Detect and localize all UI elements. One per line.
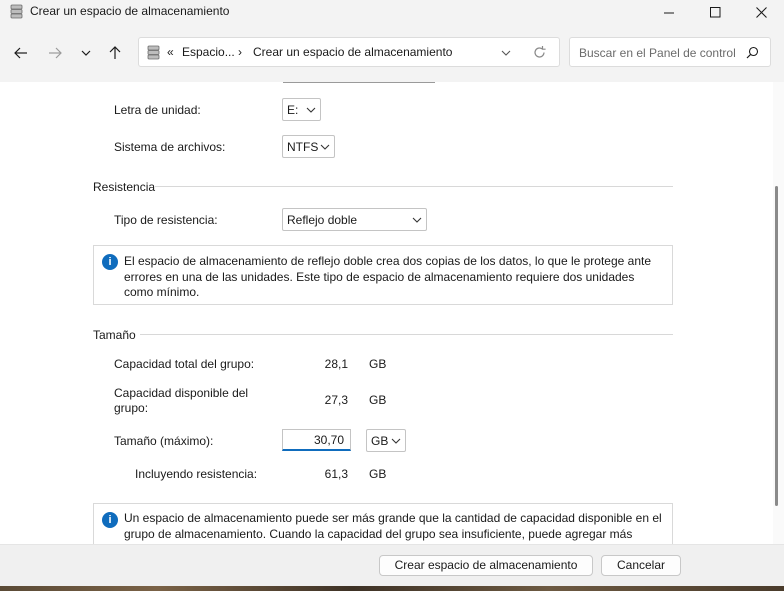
arrow-up-icon xyxy=(109,46,121,59)
forward-button[interactable] xyxy=(44,42,66,64)
size-unit-select[interactable]: GB xyxy=(366,429,406,452)
scrollbar-thumb[interactable] xyxy=(775,186,778,506)
minimize-button[interactable] xyxy=(646,0,692,24)
breadcrumb-parent[interactable]: Espacio... xyxy=(182,45,235,59)
info-icon: i xyxy=(102,512,118,528)
including-resiliency-unit: GB xyxy=(369,467,387,481)
available-capacity-unit: GB xyxy=(369,393,387,407)
max-size-label: Tamaño (máximo): xyxy=(114,434,214,448)
window-title: Crear un espacio de almacenamiento xyxy=(30,4,230,18)
refresh-icon[interactable] xyxy=(532,45,547,60)
max-size-value: 30,70 xyxy=(313,433,344,447)
back-button[interactable] xyxy=(10,42,32,64)
up-button[interactable] xyxy=(104,42,126,64)
chevron-down-icon xyxy=(306,107,316,113)
search-box[interactable]: Buscar en el Panel de control xyxy=(569,37,771,67)
resiliency-info-text: El espacio de almacenamiento de reflejo … xyxy=(124,254,652,299)
arrow-left-icon xyxy=(14,47,27,59)
resiliency-type-label: Tipo de resistencia: xyxy=(114,213,218,227)
drive-letter-select[interactable]: E: xyxy=(282,98,321,121)
chevron-down-icon xyxy=(320,144,330,150)
size-info-clip: i Un espacio de almacenamiento puede ser… xyxy=(93,503,673,544)
including-resiliency-value: 61,3 xyxy=(324,467,348,481)
size-info-box: i Un espacio de almacenamiento puede ser… xyxy=(93,503,673,544)
drive-letter-value: E: xyxy=(287,103,299,117)
resiliency-info-box: i El espacio de almacenamiento de reflej… xyxy=(93,245,673,305)
including-resiliency-label: Incluyendo resistencia: xyxy=(135,467,258,481)
scrolled-field-edge xyxy=(283,82,435,83)
filesystem-label: Sistema de archivos: xyxy=(114,140,226,154)
drive-letter-label: Letra de unidad: xyxy=(114,103,201,117)
search-icon[interactable] xyxy=(746,46,759,59)
close-icon xyxy=(755,6,767,18)
total-capacity-label: Capacidad total del grupo: xyxy=(114,357,255,371)
maximize-icon xyxy=(709,6,720,17)
create-storage-space-button[interactable]: Crear espacio de almacenamiento xyxy=(379,555,593,576)
desktop-wallpaper-strip xyxy=(0,586,784,591)
resiliency-type-select[interactable]: Reflejo doble xyxy=(282,208,427,231)
recent-locations-button[interactable] xyxy=(75,42,97,64)
storage-spaces-icon xyxy=(147,45,160,60)
chevron-down-icon xyxy=(412,217,422,223)
address-dropdown-icon[interactable] xyxy=(500,47,512,59)
size-divider xyxy=(140,334,673,335)
resiliency-type-value: Reflejo doble xyxy=(287,213,358,227)
cancel-button[interactable]: Cancelar xyxy=(601,555,681,576)
total-capacity-unit: GB xyxy=(369,357,387,371)
available-capacity-value: 27,3 xyxy=(324,393,348,407)
breadcrumb-separator: › xyxy=(238,45,242,59)
chevron-down-icon xyxy=(81,50,91,56)
resiliency-section-title: Resistencia xyxy=(93,180,156,194)
resiliency-divider xyxy=(155,186,673,187)
size-section-title: Tamaño xyxy=(93,328,136,342)
max-size-input[interactable]: 30,70 xyxy=(282,429,351,451)
filesystem-value: NTFS xyxy=(287,140,319,154)
filesystem-select[interactable]: NTFS xyxy=(282,135,335,158)
size-unit-value: GB xyxy=(371,434,389,448)
total-capacity-value: 28,1 xyxy=(324,357,348,371)
arrow-right-icon xyxy=(49,47,62,59)
breadcrumb-overflow[interactable]: « xyxy=(167,45,174,59)
size-info-text: Un espacio de almacenamiento puede ser m… xyxy=(124,511,662,544)
chevron-down-icon xyxy=(391,438,401,444)
minimize-icon xyxy=(663,12,674,13)
close-button[interactable] xyxy=(738,0,784,24)
available-capacity-label: Capacidad disponible del grupo: xyxy=(114,386,249,415)
storage-spaces-icon xyxy=(10,4,23,19)
maximize-button[interactable] xyxy=(692,0,738,24)
breadcrumb-current[interactable]: Crear un espacio de almacenamiento xyxy=(253,45,452,59)
search-input[interactable]: Buscar en el Panel de control xyxy=(579,46,736,60)
info-icon: i xyxy=(102,254,118,270)
